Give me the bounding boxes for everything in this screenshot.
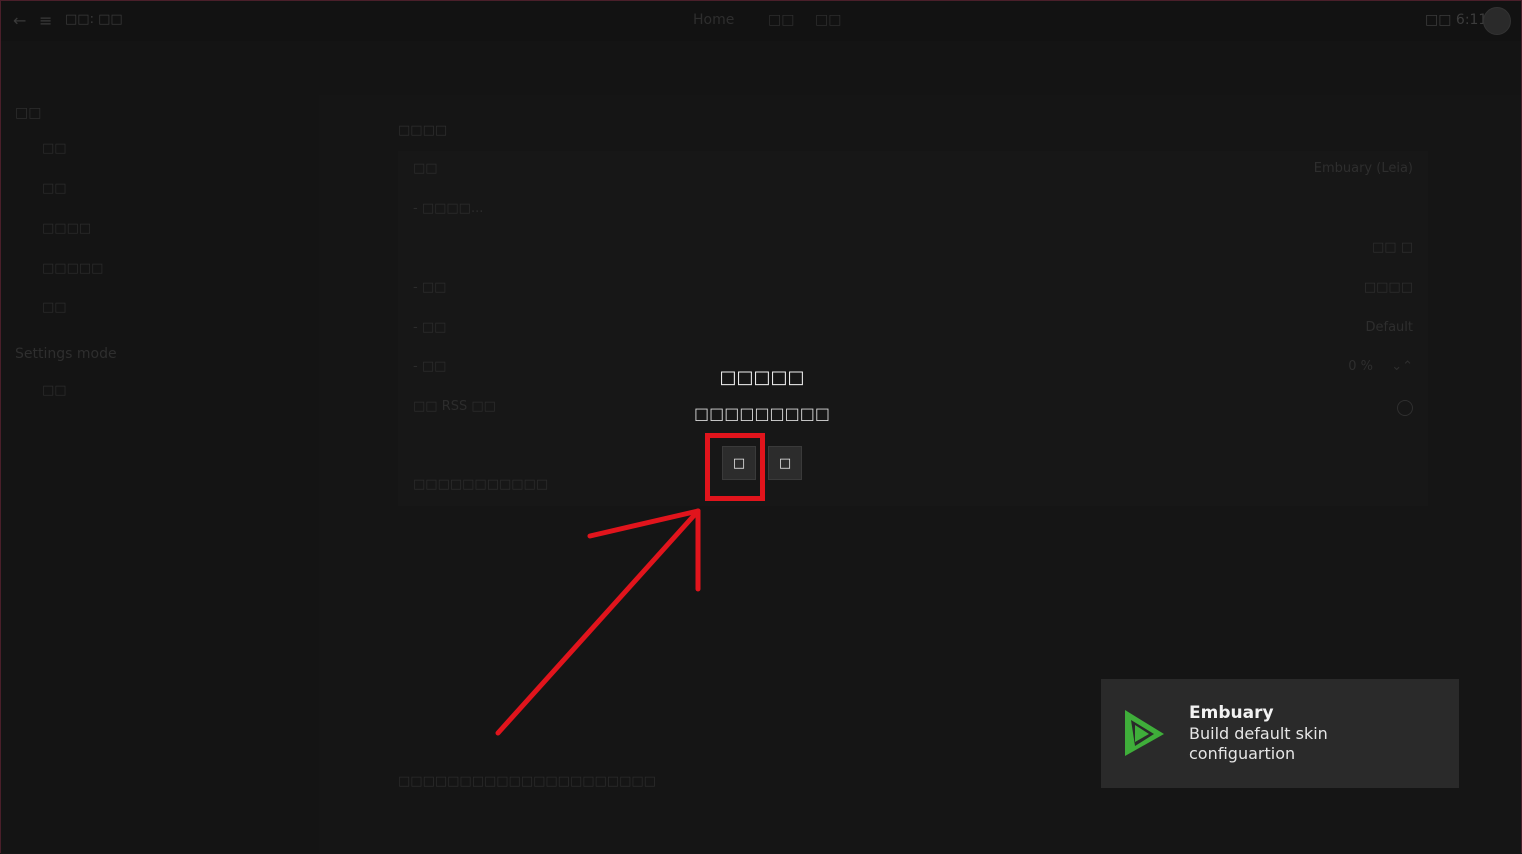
setting-label: - □□ <box>413 359 447 374</box>
profile-avatar[interactable] <box>1483 7 1511 35</box>
toast-message: Build default skin configuartion <box>1189 724 1328 763</box>
sidebar-item[interactable]: □□ <box>42 141 67 156</box>
toggle-radio[interactable] <box>1397 400 1413 416</box>
toast-title: Embuary <box>1189 703 1274 723</box>
settings-mode-label: Settings mode <box>15 346 117 362</box>
sidebar-item[interactable]: □□ <box>42 181 67 196</box>
setting-value: Embuary (Leia) <box>1313 161 1413 176</box>
setting-row[interactable]: □□ □ <box>413 240 1413 260</box>
play-triangle-icon <box>1125 710 1164 756</box>
content-header <box>319 41 1521 95</box>
setting-row-zoom[interactable]: - □□ 0 % ⌄⌃ <box>413 359 1413 379</box>
settings-panel: □□ Embuary (Leia) - □□□□... □□ □ - □□ □□… <box>398 151 1428 506</box>
window-title: □□: □□ <box>65 12 123 27</box>
dialog-message: □□□□□□□□□ <box>693 404 831 423</box>
setting-label: - □□□□... <box>413 201 484 216</box>
dialog-no-button[interactable]: □ <box>768 446 802 480</box>
sidebar-item[interactable]: □□□□□ <box>42 261 103 276</box>
dialog-title: □□□□□ <box>719 367 805 388</box>
setting-value: 0 % <box>1348 359 1373 374</box>
setting-value: □□ □ <box>1372 240 1413 255</box>
sidebar-item[interactable]: □□ <box>42 300 67 315</box>
setting-row-skin[interactable]: □□ Embuary (Leia) <box>413 161 1413 181</box>
setting-label: □□□□□□□□□□□ <box>413 477 549 492</box>
sidebar-item-settings-mode[interactable]: □□ <box>42 383 67 398</box>
setting-row[interactable]: - □□ □□□□ <box>413 280 1413 300</box>
back-arrow-icon[interactable]: ← <box>13 11 26 30</box>
top-bar: ← ≡ □□: □□ Home □□ □□ □□ 6:11 <box>1 1 1521 41</box>
sidebar-item[interactable]: □□□□ <box>42 221 91 236</box>
sidebar: □□ □□ □□ □□□□ □□□□□ □□ Settings mode □□ <box>1 41 319 853</box>
sidebar-section-title: □□ <box>15 105 42 121</box>
setting-row-theme[interactable]: - □□ Default <box>413 320 1413 340</box>
nav-item-2[interactable]: □□ <box>768 12 794 28</box>
clock: □□ 6:11 <box>1425 12 1488 28</box>
nav-item-3[interactable]: □□ <box>815 12 841 28</box>
toast-notification: Embuary Build default skin configuartion <box>1101 679 1459 788</box>
group-label: □□□□ <box>398 123 448 138</box>
setting-label: - □□ <box>413 280 447 295</box>
setting-value: Default <box>1365 320 1414 335</box>
setting-description: □□□□□□□□□□□□□□□□□□□□□ <box>398 774 656 789</box>
menu-icon[interactable]: ≡ <box>39 11 52 30</box>
setting-value: □□□□ <box>1363 280 1413 295</box>
setting-row[interactable]: - □□□□... <box>413 201 1413 221</box>
spinner-arrows-icon[interactable]: ⌄⌃ <box>1391 359 1413 374</box>
nav-home[interactable]: Home <box>693 12 734 28</box>
annotation-highlight-box <box>705 433 765 501</box>
setting-row[interactable]: □□□□□□□□□□□ <box>413 477 1413 497</box>
setting-label: □□ RSS □□ <box>413 399 496 414</box>
setting-row-rss[interactable]: □□ RSS □□ <box>413 399 1413 419</box>
setting-label: - □□ <box>413 320 447 335</box>
setting-label: □□ <box>413 161 438 176</box>
